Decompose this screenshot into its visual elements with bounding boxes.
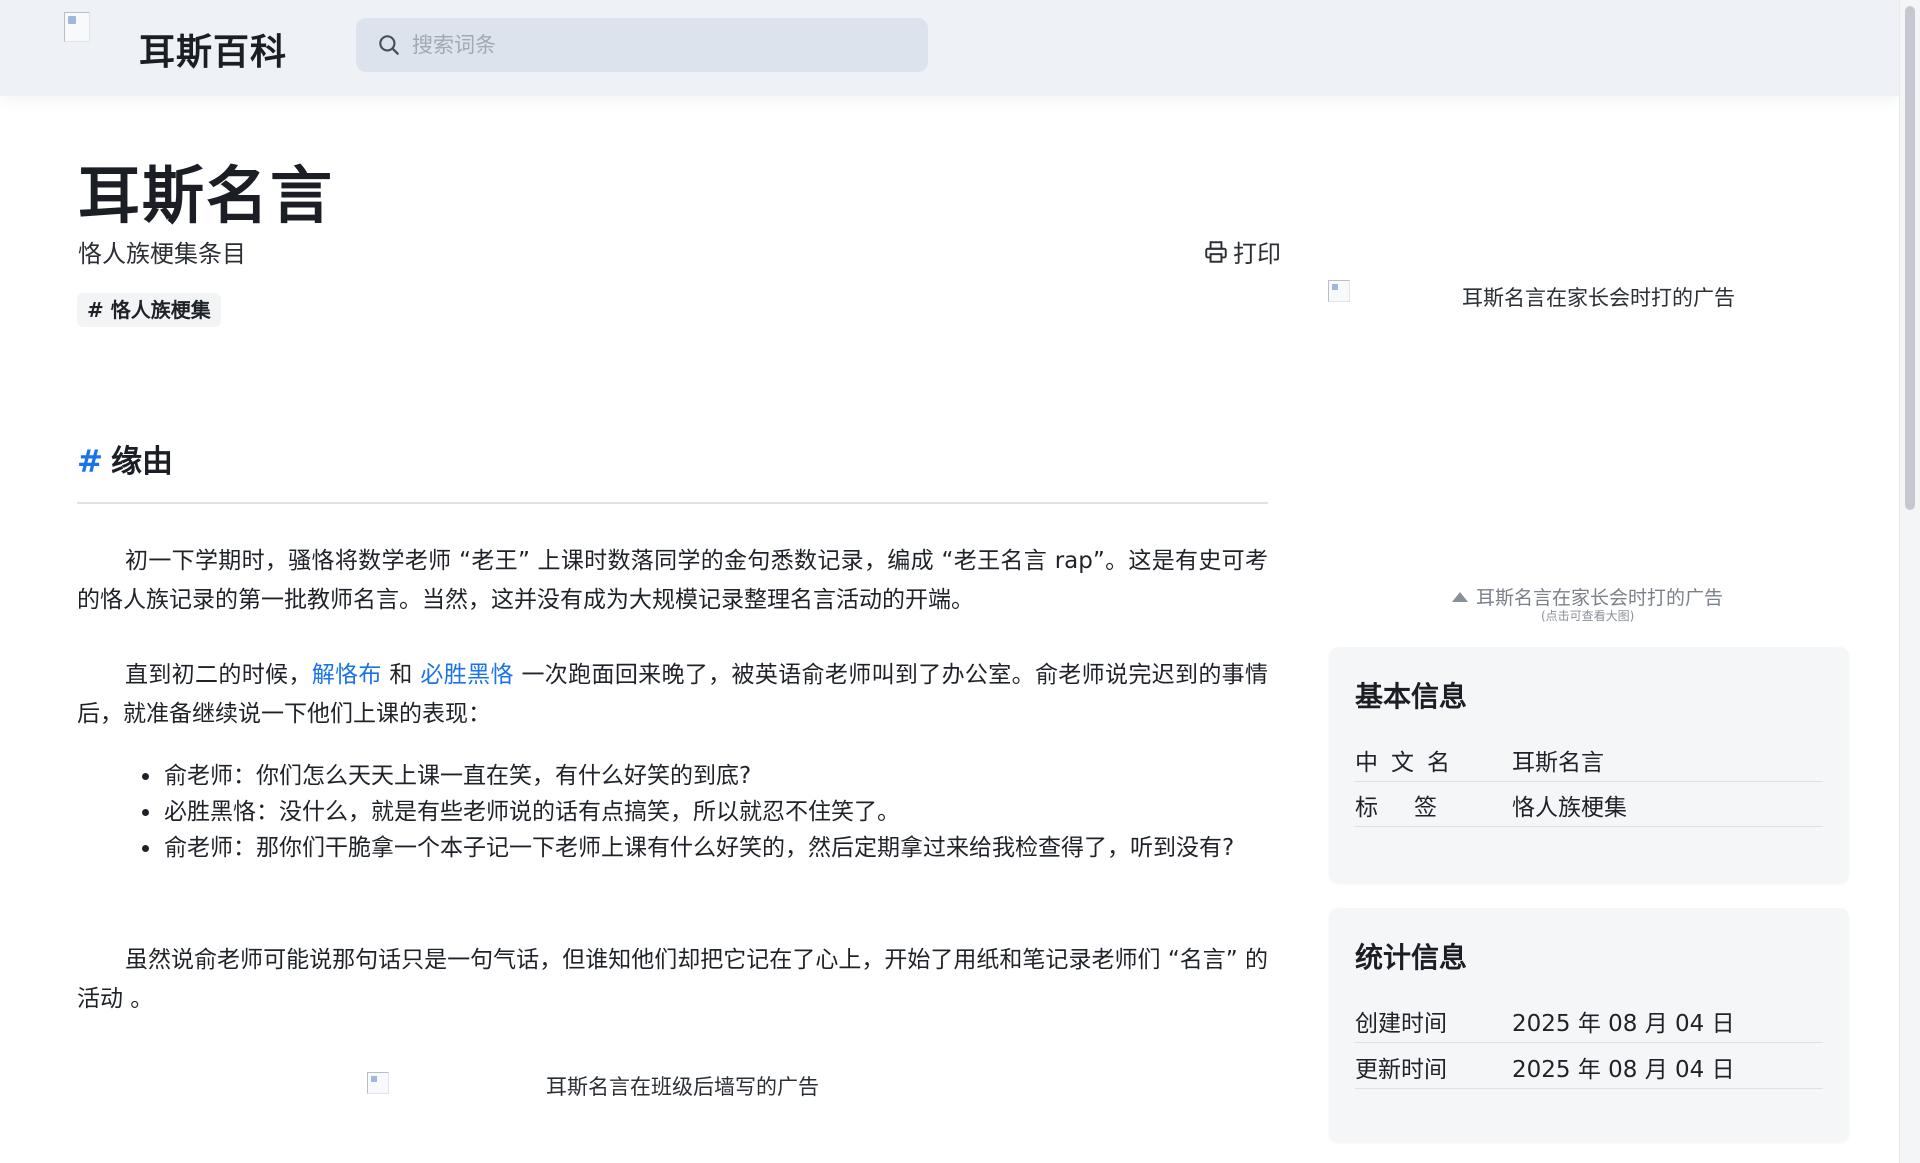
article-subtitle: 恪人族梗集条目 <box>78 240 246 268</box>
list-item: 必胜黑恪：没什么，就是有些老师说的话有点搞笑，所以就忍不住笑了。 <box>140 794 1270 830</box>
image-caption-hint: (点击可查看大图) <box>1541 609 1635 623</box>
link-jiekebu[interactable]: 解恪布 <box>312 662 382 688</box>
category-tag[interactable]: # 恪人族梗集 <box>77 293 221 327</box>
section-heading: # 缘由 <box>77 436 173 481</box>
paragraph-text: 直到初二的时候， <box>125 662 312 688</box>
info-key: 创建时间 <box>1355 1011 1447 1037</box>
search-icon <box>379 35 399 55</box>
search-box[interactable] <box>356 18 928 72</box>
info-key: 更新时间 <box>1355 1057 1447 1083</box>
sidebar-image-alt-text: 耳斯名言在家长会时打的广告 <box>1462 286 1735 310</box>
info-row: 标签 恪人族梗集 <box>1355 782 1823 827</box>
info-row: 更新时间 2025 年 08 月 04 日 <box>1355 1044 1823 1089</box>
page-title: 耳斯名言 <box>78 159 335 232</box>
stats-card: 统计信息 创建时间 2025 年 08 月 04 日 更新时间 2025 年 0… <box>1329 908 1849 1142</box>
basic-info-card: 基本信息 中文名 耳斯名言 标签 恪人族梗集 <box>1329 647 1849 883</box>
paragraph-origin: 初一下学期时，骚恪将数学老师 “老王” 上课时数落同学的金句悉数记录，编成 “老… <box>77 548 1268 613</box>
sidebar-image-placeholder[interactable] <box>1328 280 1350 302</box>
paragraph-text: 和 <box>381 662 421 688</box>
print-button[interactable]: 打印 <box>1203 234 1281 269</box>
info-row: 中文名 耳斯名言 <box>1355 737 1823 782</box>
search-input[interactable] <box>412 18 912 72</box>
info-value: 恪人族梗集 <box>1512 795 1627 821</box>
image-caption-text: 耳斯名言在家长会时打的广告 <box>1476 587 1724 609</box>
info-key: 标签 <box>1355 795 1473 821</box>
paragraph-detention: 直到初二的时候，解恪布 和 必胜黑恪 一次跑面回来晚了，被英语俞老师叫到了办公室… <box>77 656 1268 734</box>
link-bishengheike[interactable]: 必胜黑恪 <box>420 662 513 688</box>
caret-up-icon <box>1452 591 1468 602</box>
article-image-alt-text: 耳斯名言在班级后墙写的广告 <box>546 1075 819 1099</box>
stats-title: 统计信息 <box>1355 941 1468 974</box>
site-logo-image[interactable] <box>64 12 90 42</box>
list-item: 俞老师：那你们干脆拿一个本子记一下老师上课有什么好笑的，然后定期拿过来给我检查得… <box>140 830 1270 866</box>
list-item: 俞老师：你们怎么天天上课一直在笑，有什么好笑的到底? <box>140 758 1270 794</box>
site-name[interactable]: 耳斯百科 <box>139 23 287 75</box>
printer-icon <box>1205 240 1227 263</box>
dialog-list: 俞老师：你们怎么天天上课一直在笑，有什么好笑的到底? 必胜黑恪：没什么，就是有些… <box>140 758 1270 866</box>
article-image-placeholder[interactable] <box>367 1072 389 1094</box>
scrollbar-thumb[interactable] <box>1905 6 1915 510</box>
top-navigation-bar: 耳斯百科 <box>0 0 1900 96</box>
image-caption[interactable]: 耳斯名言在家长会时打的广告 <box>1452 583 1723 610</box>
print-label: 打印 <box>1233 240 1281 268</box>
section-anchor-link[interactable]: # <box>77 444 103 480</box>
page-scrollbar[interactable] <box>1899 0 1920 1163</box>
basic-info-title: 基本信息 <box>1355 680 1468 713</box>
section-heading-text: 缘由 <box>110 444 173 480</box>
section-divider <box>77 502 1268 504</box>
info-row: 创建时间 2025 年 08 月 04 日 <box>1355 998 1823 1043</box>
info-key: 中文名 <box>1355 750 1463 776</box>
info-value: 2025 年 08 月 04 日 <box>1512 1011 1735 1037</box>
info-value: 耳斯名言 <box>1512 750 1604 776</box>
info-value: 2025 年 08 月 04 日 <box>1512 1057 1735 1083</box>
paragraph-activity: 虽然说俞老师可能说那句话只是一句气话，但谁知他们却把它记在了心上，开始了用纸和笔… <box>77 947 1268 1012</box>
